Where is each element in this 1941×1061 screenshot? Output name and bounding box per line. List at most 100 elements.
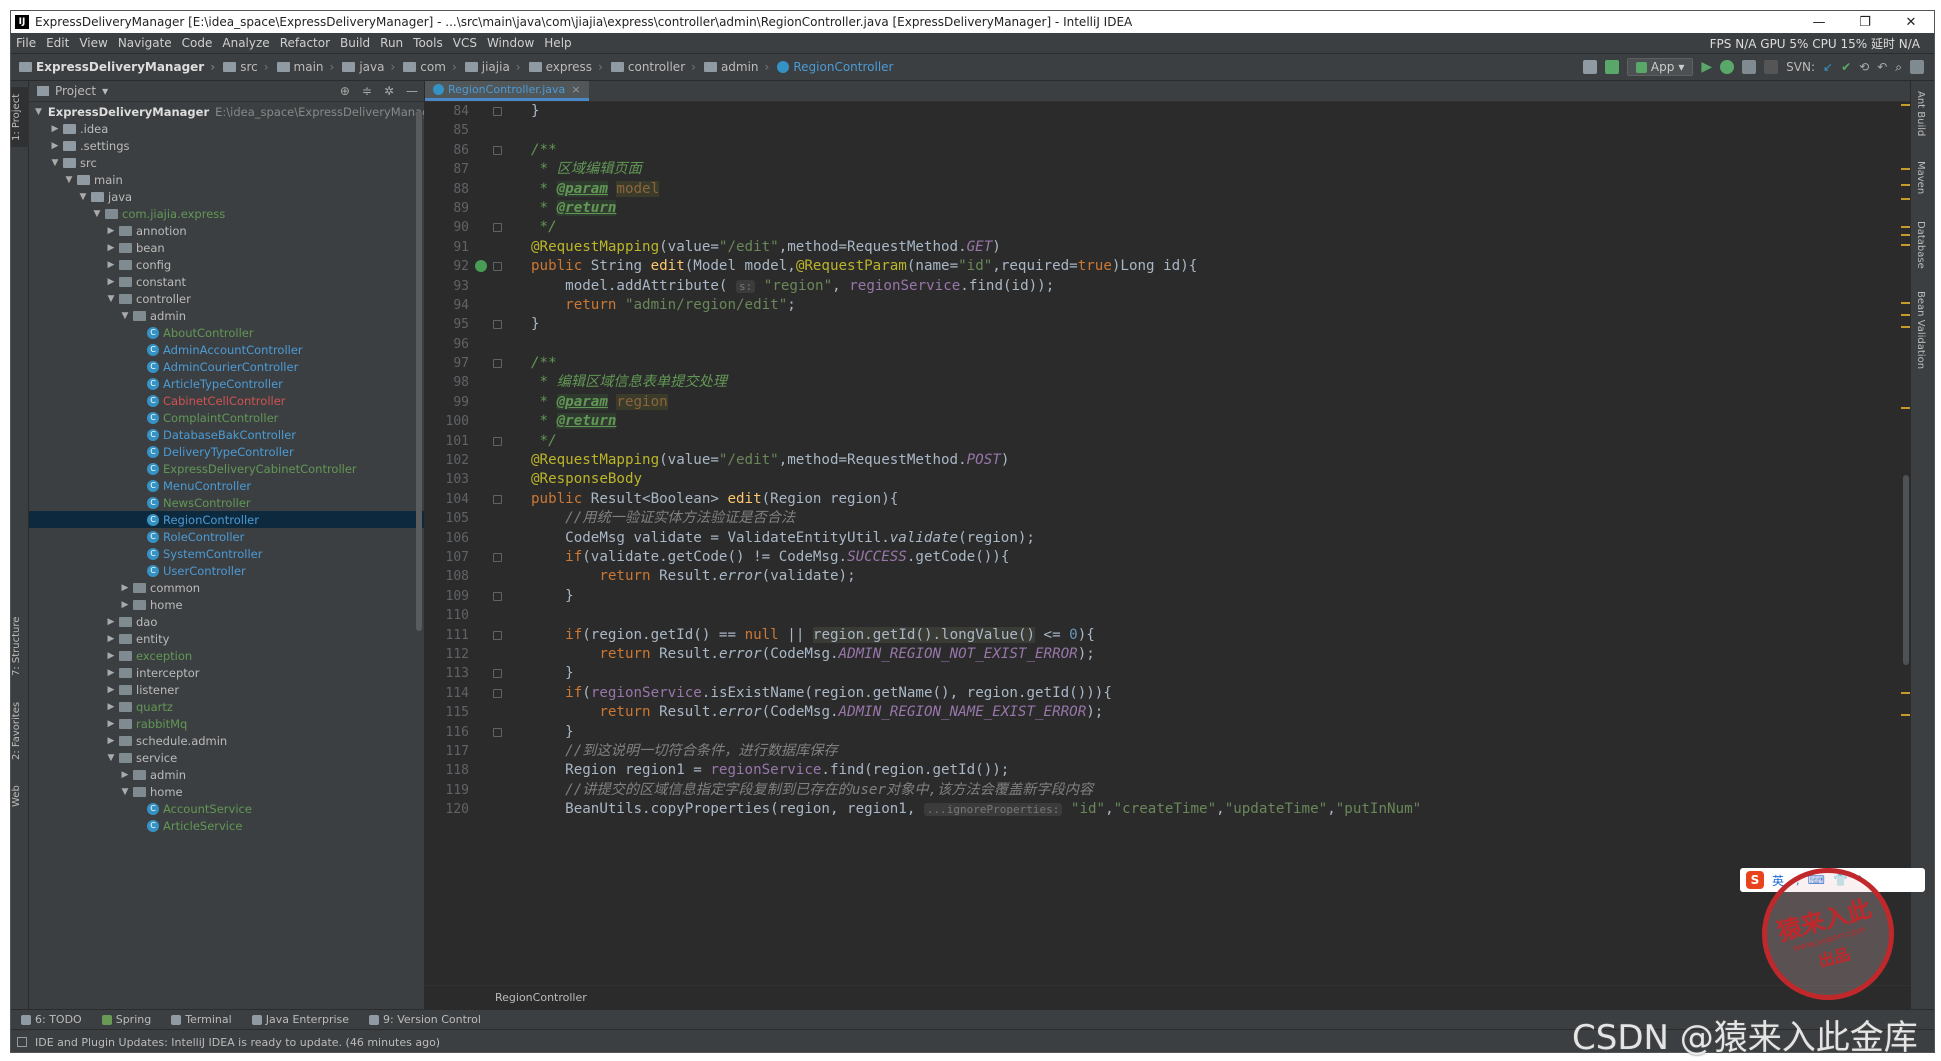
build-hammer-icon[interactable] <box>1604 60 1619 74</box>
tree-folder-item[interactable]: ▼ com.jiajia.express <box>29 205 424 222</box>
crumb-jiajia[interactable]: jiajia › <box>461 60 525 74</box>
warning-marker[interactable] <box>1901 302 1910 304</box>
mapping-gutter-icon[interactable] <box>475 260 487 273</box>
tab-maven[interactable]: Maven <box>1915 161 1926 194</box>
run-config-select[interactable]: App ▾ <box>1626 58 1694 76</box>
code-line[interactable]: 104 public Result<Boolean> edit(Region re… <box>425 490 1912 509</box>
code-line[interactable]: 88 * @param model <box>425 180 1912 199</box>
tab-project[interactable]: 1: Project <box>11 87 29 147</box>
fold-marker-icon[interactable] <box>493 688 502 698</box>
search-icon[interactable]: ⌕ <box>1895 60 1902 75</box>
tab-terminal[interactable]: Terminal <box>161 1013 242 1026</box>
tab-bean-validation[interactable]: Bean Validation <box>1915 291 1926 369</box>
tree-class-item[interactable]: C AdminCourierController <box>29 358 424 375</box>
crumb-express[interactable]: express › <box>525 60 607 74</box>
collapsed-arrow-icon[interactable]: ▶ <box>119 770 131 780</box>
collapsed-arrow-icon[interactable]: ▶ <box>119 583 131 593</box>
code-line[interactable]: 97 /** <box>425 354 1912 373</box>
locate-icon[interactable]: ⊕ <box>340 84 350 98</box>
code-line[interactable]: 93 model.addAttribute( s: "region", regi… <box>425 277 1912 296</box>
tree-folder-item[interactable]: ▼ admin <box>29 307 424 324</box>
tab-spring[interactable]: Spring <box>92 1013 162 1026</box>
tab-version-control[interactable]: 9: Version Control <box>359 1013 491 1026</box>
crumb-src[interactable]: src › <box>219 60 272 74</box>
menu-vcs[interactable]: VCS <box>448 36 482 50</box>
tab-database[interactable]: Database <box>1915 221 1926 269</box>
crumb-project[interactable]: ExpressDeliveryManager › <box>11 60 219 74</box>
warning-marker[interactable] <box>1901 234 1910 236</box>
tab-structure[interactable]: 7: Structure <box>11 611 29 681</box>
tab-favorites[interactable]: 2: Favorites <box>11 696 29 766</box>
code-line[interactable]: 102 @RequestMapping(value="/edit",method=… <box>425 451 1912 470</box>
warning-marker[interactable] <box>1901 104 1910 106</box>
crumb-class[interactable]: RegionController <box>773 60 897 74</box>
tree-class-item[interactable]: C UserController <box>29 562 424 579</box>
rollback-icon[interactable]: ↶ <box>1877 60 1887 74</box>
tree-folder-item[interactable]: ▶ config <box>29 256 424 273</box>
menu-view[interactable]: View <box>74 36 112 50</box>
collapsed-arrow-icon[interactable]: ▶ <box>105 668 117 678</box>
collapsed-arrow-icon[interactable]: ▶ <box>105 736 117 746</box>
gear-icon[interactable]: ✲ <box>384 84 394 98</box>
code-line[interactable]: 100 * @return <box>425 412 1912 431</box>
code-line[interactable]: 87 * 区域编辑页面 <box>425 160 1912 179</box>
tree-folder-item[interactable]: ▶ constant <box>29 273 424 290</box>
code-line[interactable]: 98 * 编辑区域信息表单提交处理 <box>425 373 1912 392</box>
scroll-thumb[interactable] <box>1903 475 1909 665</box>
expanded-arrow-icon[interactable]: ▼ <box>35 107 42 117</box>
tree-folder-item[interactable]: ▶ dao <box>29 613 424 630</box>
tree-class-item[interactable]: C AccountService <box>29 800 424 817</box>
chevron-down-icon[interactable]: ▾ <box>102 84 108 98</box>
fold-marker-icon[interactable] <box>493 262 502 272</box>
stop-icon[interactable] <box>1764 60 1779 74</box>
code-line[interactable]: 95} <box>425 315 1912 334</box>
tree-folder-item[interactable]: ▼ src <box>29 154 424 171</box>
menu-window[interactable]: Window <box>482 36 539 50</box>
tree-folder-item[interactable]: ▶ schedule.admin <box>29 732 424 749</box>
collapse-all-icon[interactable]: ≑ <box>362 84 372 98</box>
crumb-admin[interactable]: admin › <box>700 60 773 74</box>
tree-folder-item[interactable]: ▼ main <box>29 171 424 188</box>
svn-update-icon[interactable]: ↙ <box>1823 60 1833 74</box>
fold-marker-icon[interactable] <box>493 552 502 562</box>
fold-marker-icon[interactable] <box>493 436 502 446</box>
expanded-arrow-icon[interactable]: ▼ <box>49 158 61 168</box>
collapsed-arrow-icon[interactable]: ▶ <box>49 124 61 134</box>
tab-regioncontroller[interactable]: RegionController.java × <box>425 81 589 101</box>
debug-icon[interactable] <box>1720 60 1735 74</box>
tree-folder-item[interactable]: ▶ home <box>29 596 424 613</box>
minimize-button[interactable]: — <box>1796 15 1842 30</box>
tree-class-item[interactable]: C ArticleTypeController <box>29 375 424 392</box>
close-button[interactable]: ✕ <box>1888 15 1934 30</box>
code-line[interactable]: 109 } <box>425 587 1912 606</box>
collapsed-arrow-icon[interactable]: ▶ <box>105 702 117 712</box>
expanded-arrow-icon[interactable]: ▼ <box>105 753 117 763</box>
tree-folder-item[interactable]: ▶ common <box>29 579 424 596</box>
warning-marker[interactable] <box>1901 168 1910 170</box>
code-line[interactable]: 96 <box>425 335 1912 354</box>
code-line[interactable]: 86 /** <box>425 141 1912 160</box>
code-line[interactable]: 91 @RequestMapping(value="/edit",method=R… <box>425 238 1912 257</box>
project-structure-icon[interactable] <box>1582 60 1597 74</box>
expanded-arrow-icon[interactable]: ▼ <box>119 787 131 797</box>
fold-marker-icon[interactable] <box>493 223 502 233</box>
tree-folder-item[interactable]: ▶ quartz <box>29 698 424 715</box>
menu-help[interactable]: Help <box>539 36 576 50</box>
collapsed-arrow-icon[interactable]: ▶ <box>105 634 117 644</box>
editor-breadcrumb[interactable]: RegionController <box>425 985 1912 1009</box>
collapsed-arrow-icon[interactable]: ▶ <box>105 243 117 253</box>
tree-folder-item[interactable]: ▶ .settings <box>29 137 424 154</box>
restore-button[interactable]: ❐ <box>1842 15 1888 30</box>
collapsed-arrow-icon[interactable]: ▶ <box>105 277 117 287</box>
code-line[interactable]: 90 */ <box>425 218 1912 237</box>
code-line[interactable]: 114 if(regionService.isExistName(region.… <box>425 684 1912 703</box>
fold-marker-icon[interactable] <box>493 107 502 116</box>
code-line[interactable]: 85 <box>425 121 1912 140</box>
tree-class-item[interactable]: C ComplaintController <box>29 409 424 426</box>
code-line[interactable]: 99 * @param region <box>425 393 1912 412</box>
warning-marker[interactable] <box>1901 198 1910 200</box>
code-line[interactable]: 101 */ <box>425 432 1912 451</box>
menu-refactor[interactable]: Refactor <box>275 36 335 50</box>
tab-web[interactable]: Web <box>11 776 29 816</box>
collapsed-arrow-icon[interactable]: ▶ <box>105 226 117 236</box>
